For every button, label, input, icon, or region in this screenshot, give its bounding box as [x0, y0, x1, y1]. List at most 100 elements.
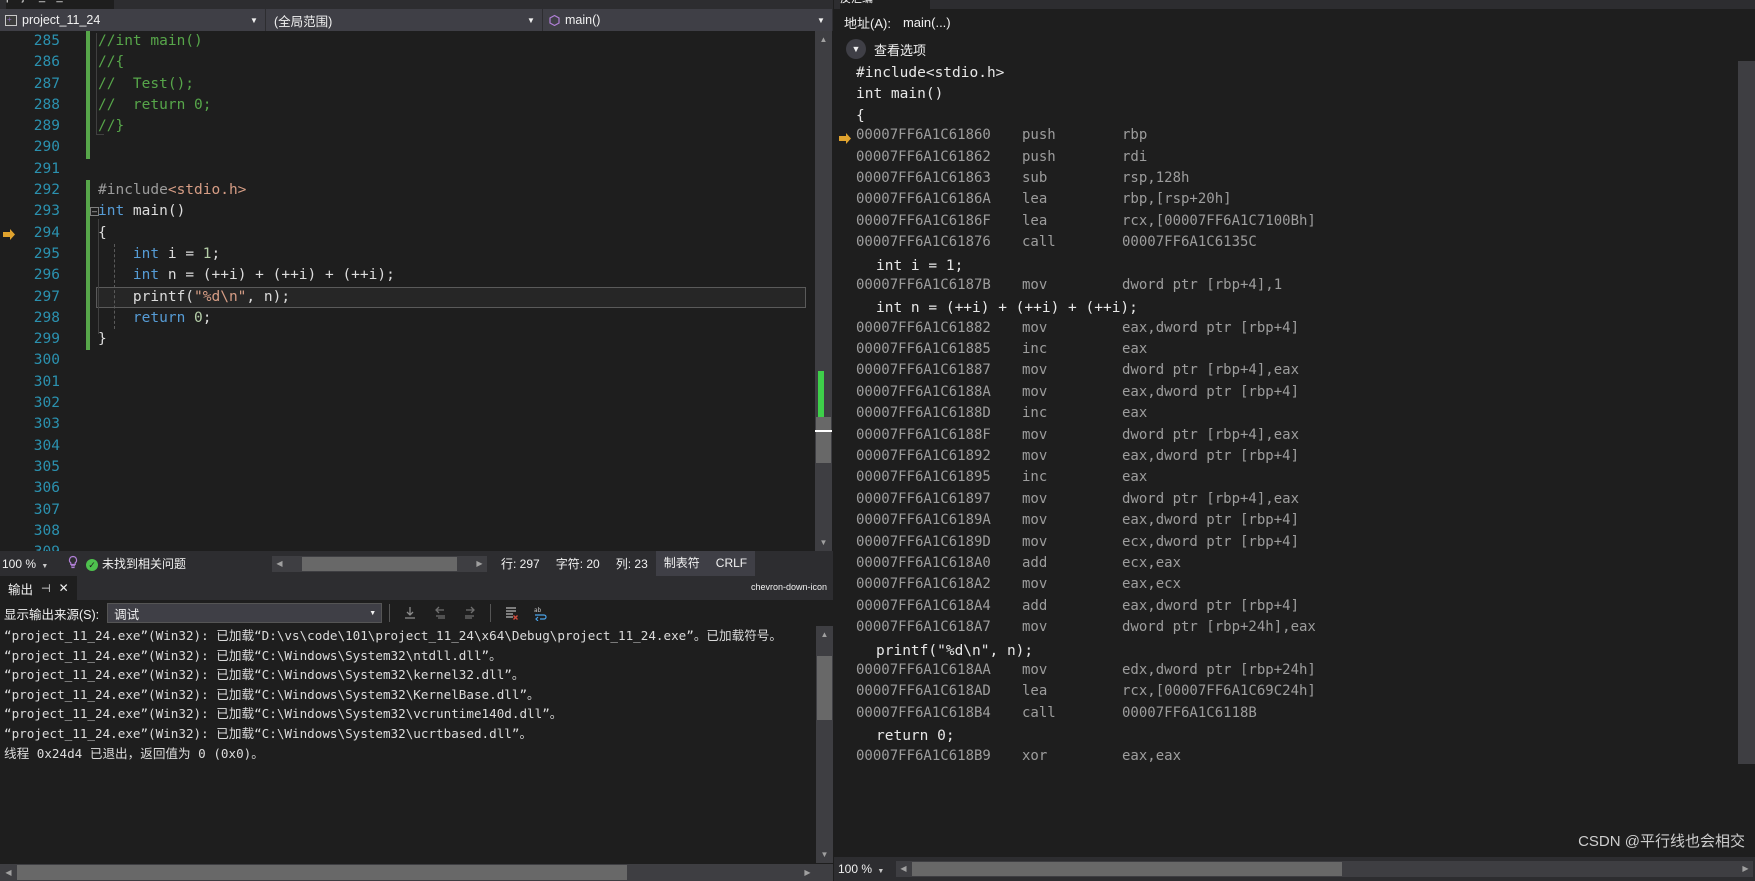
editor-scroll-thumb[interactable] — [816, 417, 831, 463]
disassembly-instruction-row[interactable]: 00007FF6A1C6188Dinceax — [834, 403, 1737, 424]
disassembly-instruction-row[interactable]: 00007FF6A1C61862pushrdi — [834, 147, 1737, 168]
scroll-up-icon[interactable]: ▲ — [815, 31, 832, 48]
output-vscroll-thumb[interactable] — [817, 656, 832, 720]
disassembly-instruction-row[interactable]: 00007FF6A1C6189Dmovecx,dword ptr [rbp+4] — [834, 532, 1737, 553]
disassembly-instruction-row[interactable]: 00007FF6A1C618B9xoreax,eax — [834, 746, 1737, 765]
line-ending-indicator[interactable]: CRLF — [708, 551, 755, 576]
project-selector[interactable]: + project_11_24 ▼ — [0, 9, 266, 31]
disassembly-instruction-row[interactable]: 00007FF6A1C6189Amoveax,dword ptr [rbp+4] — [834, 510, 1737, 531]
clear-all-icon[interactable] — [498, 602, 524, 624]
output-source-select[interactable]: 调试 ▼ — [107, 603, 382, 623]
disassembly-instruction-row[interactable]: 00007FF6A1C61860pushrbp — [834, 125, 1737, 146]
disassembly-instruction-row[interactable]: 00007FF6A1C618A7movdword ptr [rbp+24h],e… — [834, 617, 1737, 638]
chevron-down-icon[interactable]: chevron-down-icon — [751, 582, 827, 592]
chevron-down-icon[interactable]: ▼ — [247, 16, 261, 25]
scroll-left-icon[interactable]: ◀ — [896, 861, 911, 877]
disassembly-source-row[interactable]: #include<stdio.h> — [834, 61, 1737, 82]
disassembly-instruction-row[interactable]: 00007FF6A1C6186Flearcx,[00007FF6A1C7100B… — [834, 211, 1737, 232]
code-lines[interactable]: 285//int main()286//{287// Test();288// … — [0, 31, 812, 551]
scroll-left-icon[interactable]: ◀ — [272, 556, 287, 572]
code-line[interactable]: 301 — [0, 372, 812, 393]
output-tab[interactable]: 输出 ⊣ ✕ — [0, 576, 77, 600]
disassembly-hscroll-thumb[interactable] — [912, 862, 1342, 876]
chevron-down-icon[interactable]: ▼ — [846, 39, 866, 59]
tab-mode-indicator[interactable]: 制表符 — [656, 551, 708, 576]
editor-vertical-scrollbar[interactable]: ▲ ▼ — [815, 31, 832, 551]
editor-horizontal-scrollbar[interactable]: ◀ ▶ — [272, 556, 487, 572]
scroll-up-icon[interactable]: ▲ — [816, 626, 833, 643]
code-line[interactable]: 287// Test(); — [0, 74, 812, 95]
disassembly-source-row[interactable]: int n = (++i) + (++i) + (++i); — [834, 296, 1737, 317]
output-vertical-scrollbar[interactable]: ▲ ▼ — [816, 626, 833, 863]
disassembly-instruction-row[interactable]: 00007FF6A1C61863subrsp,128h — [834, 168, 1737, 189]
previous-message-icon[interactable] — [427, 602, 453, 624]
code-line[interactable]: 294{ — [0, 223, 812, 244]
code-line[interactable]: 292#include<stdio.h> — [0, 180, 812, 201]
scroll-down-icon[interactable]: ▼ — [816, 846, 833, 863]
disassembly-instruction-row[interactable]: 00007FF6A1C618B4call00007FF6A1C6118B — [834, 703, 1737, 724]
disassembly-instruction-row[interactable]: 00007FF6A1C61887movdword ptr [rbp+4],eax — [834, 360, 1737, 381]
function-selector[interactable]: main() ▼ — [543, 9, 833, 31]
disassembly-instruction-row[interactable]: 00007FF6A1C618AAmovedx,dword ptr [rbp+24… — [834, 660, 1737, 681]
disassembly-listing[interactable]: #include<stdio.h>int main(){00007FF6A1C6… — [834, 61, 1737, 764]
scroll-down-icon[interactable]: ▼ — [815, 534, 832, 551]
chevron-down-icon[interactable]: ▼ — [877, 868, 884, 875]
code-line[interactable]: 308 — [0, 521, 812, 542]
code-line[interactable]: 300 — [0, 350, 812, 371]
disassembly-instruction-row[interactable]: 00007FF6A1C6188Amoveax,dword ptr [rbp+4] — [834, 382, 1737, 403]
collapse-region-icon[interactable]: – — [90, 207, 99, 216]
output-log[interactable]: “project_11_24.exe”(Win32): 已加载“D:\vs\co… — [0, 626, 816, 863]
scroll-left-icon[interactable]: ◀ — [0, 864, 17, 881]
chevron-down-icon[interactable]: ▼ — [369, 610, 381, 617]
disassembly-instruction-row[interactable]: 00007FF6A1C61895inceax — [834, 467, 1737, 488]
editor-tab[interactable]: project_11_24 — [6, 0, 114, 9]
toggle-word-wrap-icon[interactable]: ab — [528, 602, 554, 624]
code-line[interactable]: 298 return 0; — [0, 308, 812, 329]
code-line[interactable]: 302 — [0, 393, 812, 414]
next-message-icon[interactable] — [457, 602, 483, 624]
code-line[interactable]: 299} — [0, 329, 812, 350]
go-to-message-icon[interactable] — [397, 602, 423, 624]
disassembly-instruction-row[interactable]: 00007FF6A1C6187Bmovdword ptr [rbp+4],1 — [834, 275, 1737, 296]
code-line[interactable]: 295 int i = 1; — [0, 244, 812, 265]
disassembly-vertical-scrollbar[interactable] — [1738, 61, 1755, 764]
disassembly-instruction-row[interactable]: 00007FF6A1C6188Fmovdword ptr [rbp+4],eax — [834, 425, 1737, 446]
code-editor-surface[interactable]: 285//int main()286//{287// Test();288// … — [0, 31, 833, 551]
code-line[interactable]: 296 int n = (++i) + (++i) + (++i); — [0, 265, 812, 286]
chevron-down-icon[interactable]: ▼ — [814, 16, 828, 25]
lightbulb-icon[interactable] — [60, 555, 86, 572]
disassembly-source-row[interactable]: int i = 1; — [834, 254, 1737, 275]
disassembly-tab[interactable]: 反汇编 — [840, 0, 930, 9]
pin-icon[interactable]: ⊣ — [41, 582, 51, 595]
code-line[interactable]: 285//int main() — [0, 31, 812, 52]
code-line[interactable]: 291 — [0, 159, 812, 180]
disassembly-instruction-row[interactable]: 00007FF6A1C6186Alearbp,[rsp+20h] — [834, 189, 1737, 210]
disassembly-instruction-row[interactable]: 00007FF6A1C618A0addecx,eax — [834, 553, 1737, 574]
disassembly-source-row[interactable]: printf("%d\n", n); — [834, 639, 1737, 660]
editor-hscroll-thumb[interactable] — [302, 557, 457, 571]
disassembly-instruction-row[interactable]: 00007FF6A1C61882moveax,dword ptr [rbp+4] — [834, 318, 1737, 339]
disassembly-instruction-row[interactable]: 00007FF6A1C61892moveax,dword ptr [rbp+4] — [834, 446, 1737, 467]
view-options-row[interactable]: ▼ 查看选项 — [834, 37, 1755, 61]
code-line[interactable]: 293int main() — [0, 201, 812, 222]
chevron-down-icon[interactable]: ▼ — [524, 16, 538, 25]
address-input[interactable]: main(...) — [899, 12, 1755, 32]
disassembly-source-row[interactable]: { — [834, 104, 1737, 125]
code-line[interactable]: 286//{ — [0, 52, 812, 73]
scroll-right-icon[interactable]: ▶ — [799, 864, 816, 881]
disassembly-zoom-level[interactable]: 100 % ▼ — [834, 862, 896, 876]
disassembly-source-row[interactable]: int main() — [834, 82, 1737, 103]
code-line[interactable]: 306 — [0, 478, 812, 499]
scroll-right-icon[interactable]: ▶ — [1738, 861, 1753, 877]
code-line[interactable]: 288// return 0; — [0, 95, 812, 116]
output-hscroll-thumb[interactable] — [17, 865, 627, 880]
code-line[interactable]: 297 printf("%d\n", n); — [0, 287, 812, 308]
code-line[interactable]: 309 — [0, 542, 812, 551]
disassembly-instruction-row[interactable]: 00007FF6A1C618A2moveax,ecx — [834, 574, 1737, 595]
disassembly-instruction-row[interactable]: 00007FF6A1C61885inceax — [834, 339, 1737, 360]
disassembly-instruction-row[interactable]: 00007FF6A1C61876call00007FF6A1C6135C — [834, 232, 1737, 253]
code-line[interactable]: 307 — [0, 500, 812, 521]
chevron-down-icon[interactable]: ▼ — [41, 563, 48, 570]
close-icon[interactable]: ✕ — [59, 581, 69, 595]
scroll-right-icon[interactable]: ▶ — [472, 556, 487, 572]
